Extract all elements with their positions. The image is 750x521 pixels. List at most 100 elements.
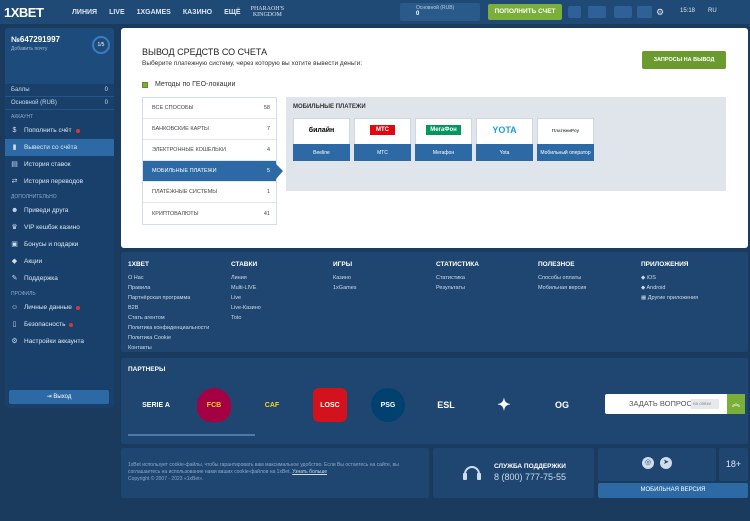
method-card-megafon[interactable]: МегаФон Мегафон bbox=[415, 118, 472, 161]
category-cards[interactable]: Банковские карты 7 bbox=[143, 119, 276, 140]
nav-live[interactable]: LIVE bbox=[109, 9, 125, 16]
category-payment-systems[interactable]: Платёжные системы 1 bbox=[143, 182, 276, 203]
language-select[interactable]: RU bbox=[708, 8, 717, 14]
footer-heading: 1XBET bbox=[128, 261, 149, 268]
nav-more[interactable]: ЕЩЁ bbox=[224, 9, 241, 16]
category-mobile[interactable]: Мобильные платежи 5 bbox=[143, 161, 283, 182]
gear-icon[interactable]: ⚙ bbox=[656, 6, 672, 18]
footer-link[interactable]: Мобильная версия bbox=[538, 283, 586, 293]
sidebar-item-settings[interactable]: ⚙ Настройки аккаунта bbox=[5, 333, 114, 350]
nav-1xgames[interactable]: 1XGAMES bbox=[137, 9, 171, 16]
footer-link-other[interactable]: ▦ Другие приложения bbox=[641, 293, 698, 303]
partner-losc[interactable]: LOSC bbox=[313, 388, 347, 422]
mobile-version-button[interactable]: МОБИЛЬНАЯ ВЕРСИЯ bbox=[598, 483, 748, 498]
footer-link[interactable]: Toto bbox=[231, 313, 261, 323]
sidebar-item-personal[interactable]: ☺ Личные данные bbox=[5, 299, 114, 316]
category-ewallets[interactable]: Электронные кошельки 4 bbox=[143, 140, 276, 161]
page-subtitle: Выберите платежную систему, через котору… bbox=[142, 60, 363, 67]
sidebar-item-transfer-history[interactable]: ⇄ История переводов bbox=[5, 173, 114, 190]
sidebar-item-bet-history[interactable]: ▤ История ставок bbox=[5, 156, 114, 173]
sidebar-item-label: Вывести со счёта bbox=[24, 144, 78, 151]
partner-caf[interactable]: CAF bbox=[255, 388, 289, 422]
footer-link[interactable]: Результаты bbox=[436, 283, 479, 293]
sidebar-item-invite[interactable]: ☻ Приведи друга bbox=[5, 202, 114, 219]
social-block: ◎ ➤ bbox=[598, 448, 716, 481]
cookie-more-link[interactable]: Узнать больше bbox=[292, 469, 327, 475]
geo-checkbox[interactable] bbox=[142, 81, 148, 88]
user-icon[interactable] bbox=[614, 6, 632, 18]
partner-spirit[interactable]: ✦ bbox=[487, 388, 521, 422]
footer-link[interactable]: Линия bbox=[231, 273, 261, 283]
geo-label: Методы по ГЕО-локации bbox=[155, 81, 236, 88]
footer-link[interactable]: Live bbox=[231, 293, 261, 303]
sidebar-item-support[interactable]: ✎ Поддержка bbox=[5, 270, 114, 287]
sidebar-item-security[interactable]: ▯ Безопасность bbox=[5, 316, 114, 333]
partner-serie-a[interactable]: SERIE A bbox=[139, 388, 173, 422]
footer-link[interactable]: Стать агентом bbox=[128, 313, 209, 323]
gift-icon[interactable] bbox=[568, 6, 581, 18]
instagram-icon[interactable]: ◎ bbox=[642, 457, 654, 469]
category-list: Все способы 58 Банковские карты 7 Электрон… bbox=[142, 97, 283, 225]
yota-logo: YOTA bbox=[492, 125, 517, 135]
footer-col-useful: ПОЛЕЗНОЕ Способы оплаты Мобильная версия bbox=[538, 261, 586, 293]
footer-link[interactable]: Live-Казино bbox=[231, 303, 261, 313]
category-label: Банковские карты bbox=[152, 126, 209, 132]
sidebar-item-label: VIP кешбэк казино bbox=[24, 224, 80, 231]
ask-label: ЗАДАТЬ ВОПРОС bbox=[629, 399, 692, 408]
category-all[interactable]: Все способы 58 bbox=[143, 98, 276, 119]
sidebar-item-promo[interactable]: ◆ Акции bbox=[5, 253, 114, 270]
gift-icon: ▣ bbox=[11, 241, 18, 248]
sidebar-item-withdraw[interactable]: ▮ Вывести со счёта bbox=[5, 139, 114, 156]
deposit-button[interactable]: ПОПОЛНИТЬ СЧЕТ bbox=[488, 4, 562, 20]
points-label: Баллы bbox=[11, 87, 30, 93]
footer-link[interactable]: 1xGames bbox=[333, 283, 357, 293]
withdraw-requests-button[interactable]: ЗАПРОСЫ НА ВЫВОД bbox=[642, 51, 726, 69]
points-value: 0 bbox=[104, 87, 108, 93]
sidebar-item-bonuses[interactable]: ▣ Бонусы и подарки bbox=[5, 236, 114, 253]
footer-link-ios[interactable]: ◆ iOS bbox=[641, 273, 698, 283]
site-logo[interactable]: 1XBET bbox=[4, 5, 56, 20]
sidebar-item-deposit[interactable]: $ Пополнить счёт bbox=[5, 122, 114, 139]
nav-line[interactable]: ЛИНИЯ bbox=[72, 9, 97, 16]
geo-filter[interactable]: Методы по ГЕО-локации bbox=[142, 81, 235, 88]
footer-link[interactable]: Политика конфиденциальности bbox=[128, 323, 209, 333]
footer-link[interactable]: Способы оплаты bbox=[538, 273, 586, 283]
footer-link[interactable]: О Нас bbox=[128, 273, 209, 283]
logout-icon[interactable] bbox=[637, 6, 652, 18]
category-crypto[interactable]: Криптовалюты 41 bbox=[143, 203, 276, 224]
telegram-icon[interactable]: ➤ bbox=[660, 457, 672, 469]
method-card-mobile-operator[interactable]: ПлатежиРоу Мобильный оператор bbox=[537, 118, 594, 161]
footer-link[interactable]: Правила bbox=[128, 283, 209, 293]
footer-col-1xbet: 1XBET О Нас Правила Партнёрская программ… bbox=[128, 261, 209, 353]
partner-esl[interactable]: ESL bbox=[429, 388, 463, 422]
cookie-notice: 1xBet использует cookie-файлы, чтобы гар… bbox=[121, 448, 429, 498]
sidebar-item-label: Настройки аккаунта bbox=[24, 338, 85, 345]
footer-link[interactable]: Контакты bbox=[128, 343, 209, 353]
category-count: 7 bbox=[266, 126, 270, 132]
footer-link[interactable]: Казино bbox=[333, 273, 357, 283]
partner-psg[interactable]: PSG bbox=[371, 388, 405, 422]
footer-link[interactable]: B2B bbox=[128, 303, 209, 313]
exit-button[interactable]: ⇥ Выход bbox=[9, 390, 109, 404]
footer-link[interactable]: Политика Cookie bbox=[128, 333, 209, 343]
method-card-mts[interactable]: МТС МТС bbox=[354, 118, 411, 161]
chevron-up-icon[interactable]: ︽ bbox=[727, 394, 745, 414]
partners-scrollbar[interactable] bbox=[128, 434, 255, 436]
pharaohs-kingdom-link[interactable]: PHARAOH'S KINGDOM bbox=[251, 6, 284, 18]
partner-og[interactable]: OG bbox=[545, 388, 579, 422]
method-card-yota[interactable]: YOTA Yota bbox=[476, 118, 533, 161]
footer-link-android[interactable]: ◆ Android bbox=[641, 283, 698, 293]
footer-link[interactable]: Multi-LIVE bbox=[231, 283, 261, 293]
support-phone[interactable]: 8 (800) 777-75-55 bbox=[494, 472, 566, 482]
ask-question-widget[interactable]: ЗАДАТЬ ВОПРОС на связи ︽ bbox=[605, 394, 745, 414]
balance-widget[interactable]: Основной (RUB) 0 bbox=[400, 3, 480, 21]
level-indicator: 1/5 bbox=[92, 36, 110, 54]
sidebar-item-vip-cashback[interactable]: ♛ VIP кешбэк казино bbox=[5, 219, 114, 236]
page-title: ВЫВОД СРЕДСТВ СО СЧЕТА bbox=[142, 47, 268, 57]
footer-link[interactable]: Статистика bbox=[436, 273, 479, 283]
method-card-beeline[interactable]: билайн Beeline bbox=[293, 118, 350, 161]
partner-fcb[interactable]: FCB bbox=[197, 388, 231, 422]
messages-icon[interactable] bbox=[588, 6, 606, 18]
nav-casino[interactable]: КАЗИНО bbox=[183, 9, 212, 16]
footer-link[interactable]: Партнёрская программа bbox=[128, 293, 209, 303]
